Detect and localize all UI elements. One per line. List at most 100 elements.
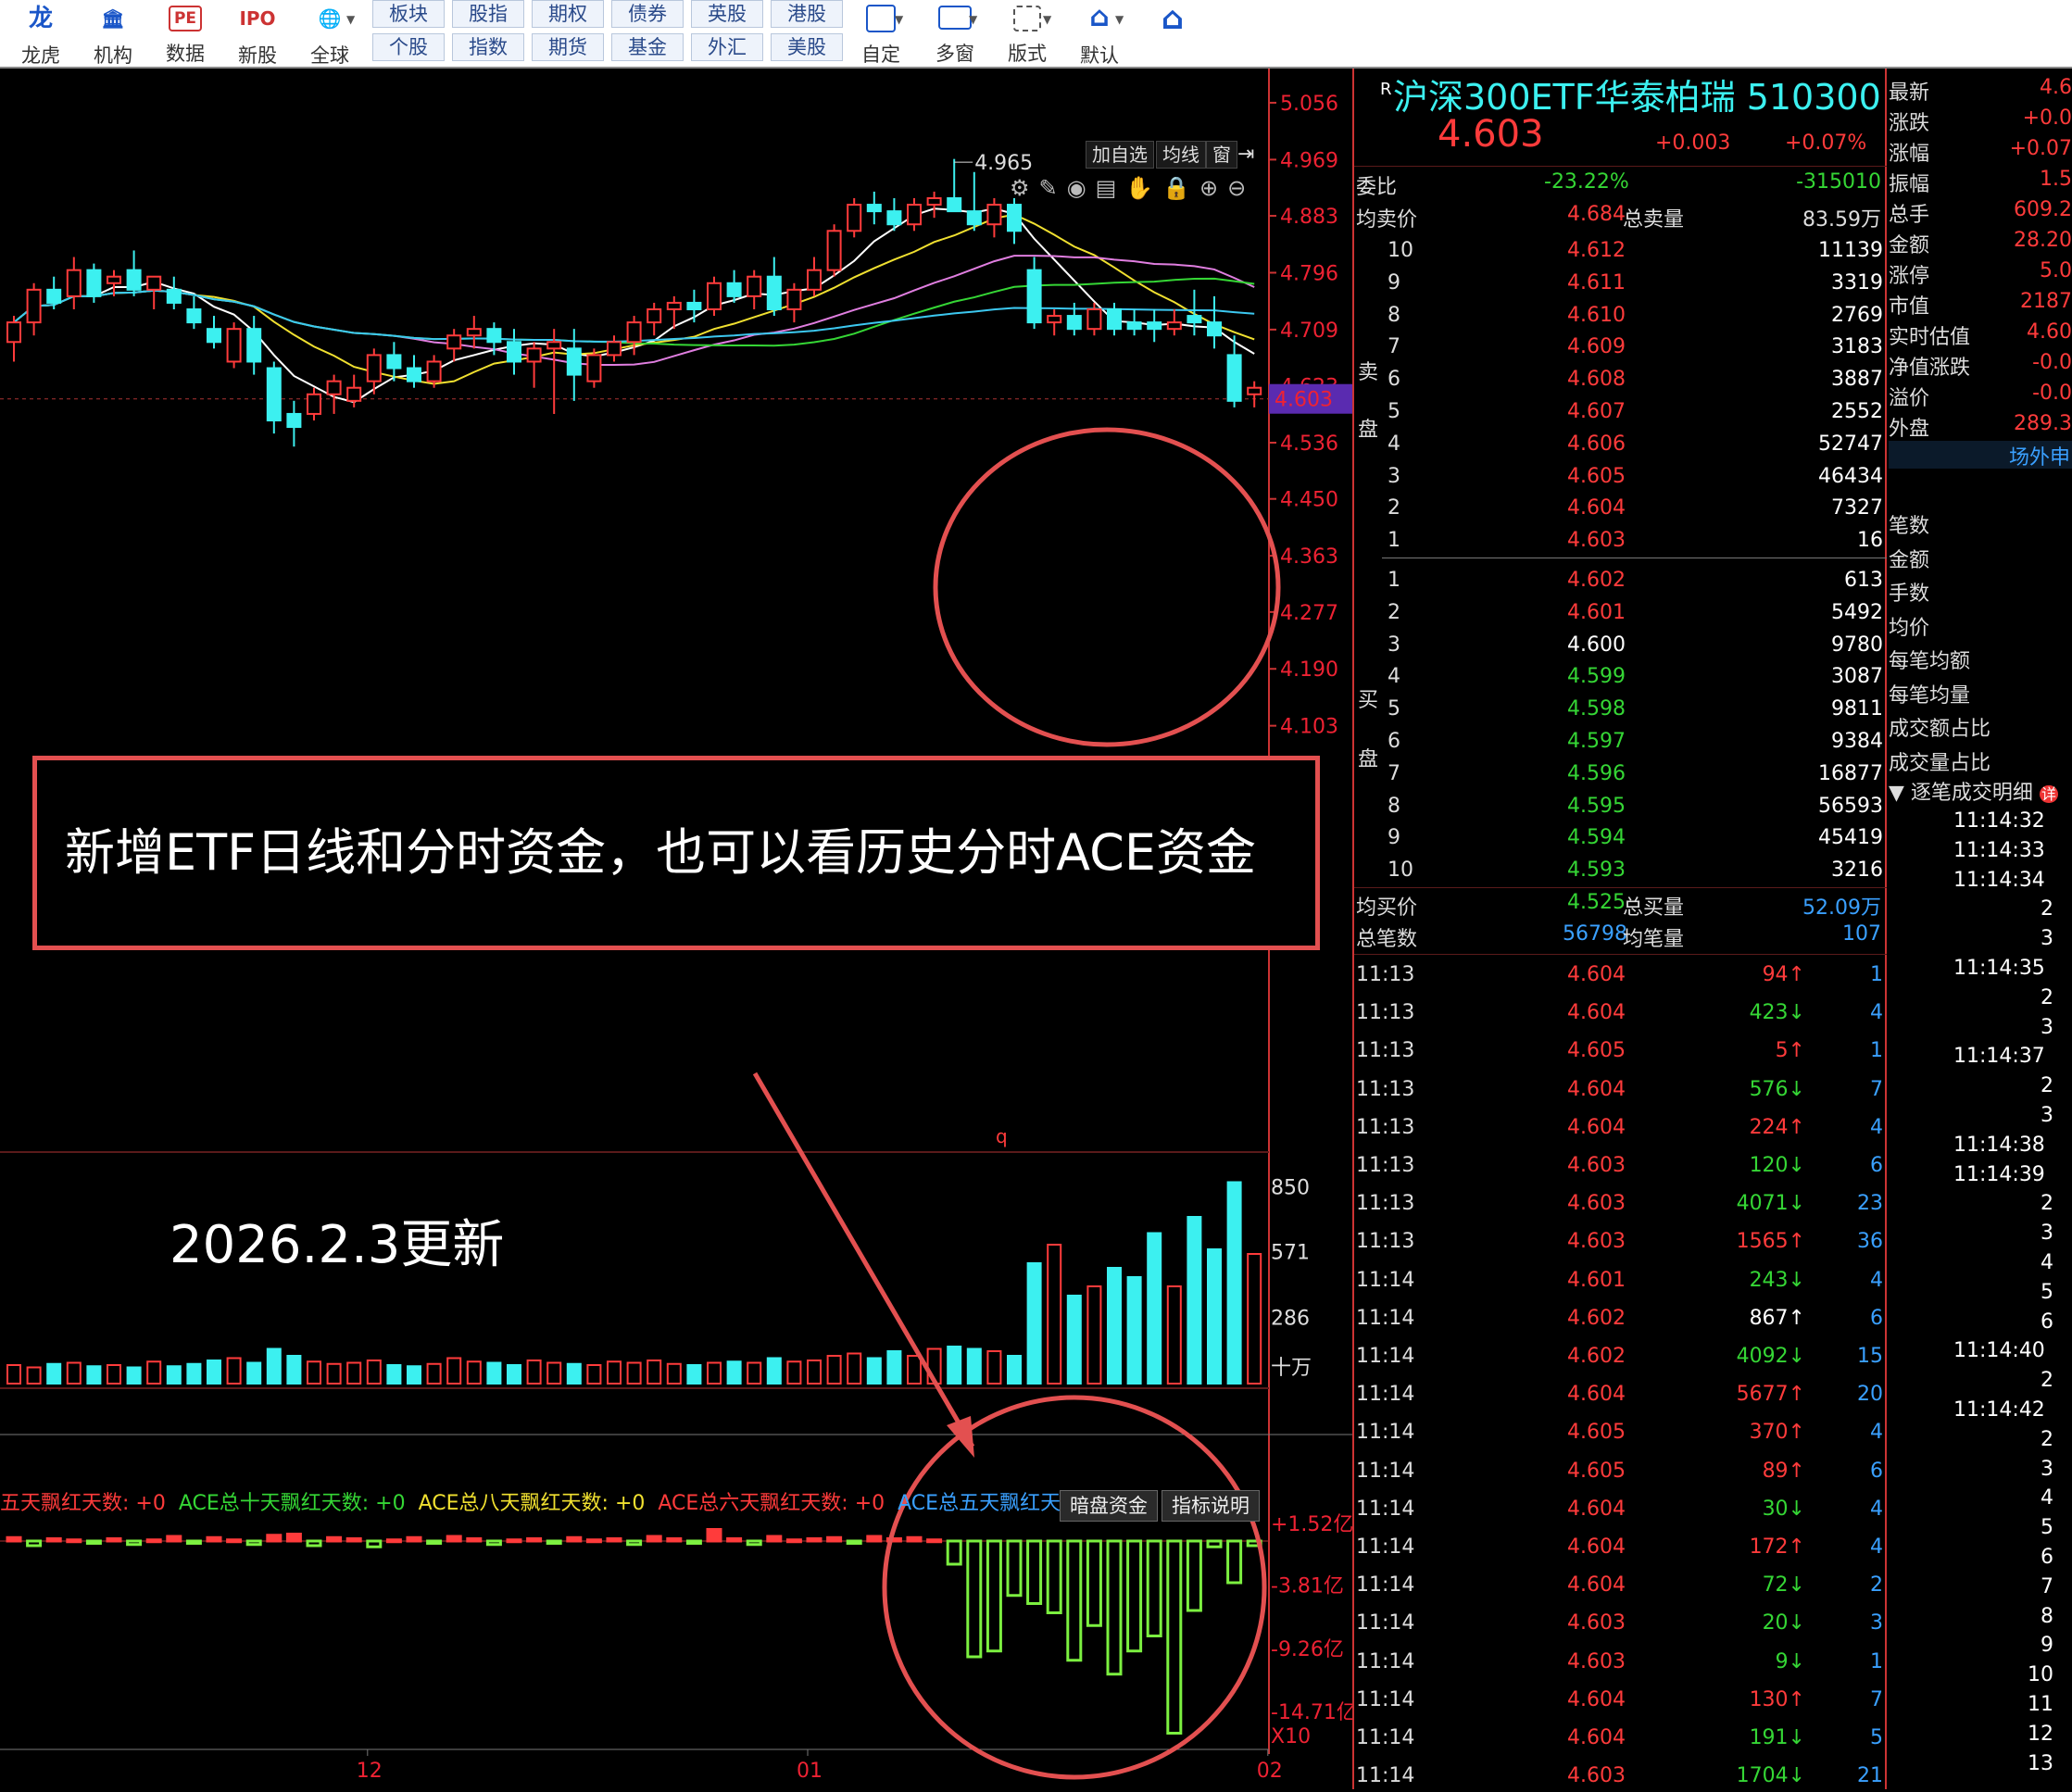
detail-row[interactable]: 2 [2041, 1369, 2053, 1392]
volume-bar[interactable] [446, 1357, 462, 1385]
ace-bar[interactable] [1126, 1539, 1143, 1653]
detail-row[interactable]: 7 [2041, 1575, 2053, 1598]
candle[interactable] [307, 387, 321, 420]
tick-row[interactable]: 11:14 4.604 130↑ 7 [1354, 1685, 1887, 1716]
candle[interactable] [326, 374, 342, 414]
ace-bar[interactable] [166, 1535, 182, 1543]
ace-bar[interactable] [986, 1539, 1002, 1653]
volume-bar[interactable] [226, 1357, 242, 1385]
volume-bar[interactable] [86, 1365, 102, 1385]
detail-row[interactable]: 12 [2028, 1723, 2053, 1746]
ace-bar[interactable] [145, 1538, 162, 1544]
volume-bar[interactable] [246, 1361, 262, 1385]
ask-row[interactable]: 2 4.604 7327 [1354, 493, 1887, 524]
ace-bar[interactable] [1086, 1539, 1102, 1627]
bid-row[interactable]: 6 4.597 9384 [1354, 726, 1887, 758]
ace-bar[interactable] [1066, 1539, 1083, 1662]
volume-bar[interactable] [1247, 1253, 1262, 1385]
candle[interactable] [1126, 309, 1142, 336]
volume-bar[interactable] [1047, 1244, 1062, 1385]
candle[interactable] [586, 348, 602, 388]
shuju-button[interactable]: PE 数据 [157, 0, 213, 67]
candle[interactable] [607, 335, 622, 362]
detail-badge[interactable]: 详 [2039, 785, 2058, 803]
ace-bar[interactable] [126, 1539, 143, 1547]
candle[interactable] [346, 374, 362, 407]
volume-bar[interactable] [507, 1364, 521, 1385]
market-tab-meigu[interactable]: 美股 [771, 33, 843, 61]
detail-row[interactable]: 3 [2041, 1016, 2053, 1039]
tick-row[interactable]: 11:14 4.603 1704↓ 21 [1354, 1761, 1887, 1792]
candle[interactable] [566, 329, 582, 401]
ace-bar[interactable] [906, 1535, 923, 1543]
offsite-tab[interactable]: 场外申 [1889, 441, 2072, 470]
ace-bar[interactable] [506, 1538, 522, 1544]
volume-bar[interactable] [1086, 1285, 1102, 1385]
custom-button[interactable]: 自定 [850, 0, 911, 67]
detail-row[interactable]: 11:14:38 [1953, 1134, 2045, 1157]
tick-row[interactable]: 11:14 4.602 867↑ 6 [1354, 1303, 1887, 1335]
detail-row[interactable]: 10 [2028, 1663, 2053, 1686]
volume-bar[interactable] [766, 1357, 782, 1385]
jigou-button[interactable]: 🏛 机构 [85, 0, 141, 67]
volume-bar[interactable] [346, 1361, 362, 1385]
ace-bar[interactable] [85, 1539, 102, 1545]
ace-bar[interactable] [1166, 1539, 1183, 1735]
bid-row[interactable]: 10 4.593 3216 [1354, 855, 1887, 886]
ace-bar[interactable] [685, 1539, 702, 1545]
detail-row[interactable]: 3 [2041, 927, 2053, 950]
volume-bar[interactable] [526, 1360, 542, 1385]
volume-bar[interactable] [1126, 1276, 1142, 1385]
bid-row[interactable]: 9 4.594 45419 [1354, 822, 1887, 854]
ace-bar[interactable] [526, 1537, 543, 1543]
volume-bar[interactable] [686, 1364, 702, 1385]
volume-bar[interactable] [847, 1352, 862, 1385]
detail-row[interactable]: 4 [2041, 1251, 2053, 1274]
ace-bar[interactable] [566, 1535, 583, 1543]
candle[interactable] [866, 191, 882, 225]
volume-bar[interactable] [1147, 1232, 1162, 1385]
ace-bar[interactable] [1186, 1539, 1202, 1612]
candle[interactable] [1247, 381, 1262, 407]
candle[interactable] [847, 198, 862, 238]
ask-row[interactable]: 8 4.610 2769 [1354, 300, 1887, 332]
candle[interactable] [1026, 257, 1042, 330]
ace-bar[interactable] [746, 1539, 762, 1547]
ace-bar[interactable] [606, 1537, 622, 1543]
detail-row[interactable]: 2 [2041, 1428, 2053, 1451]
ace-bar[interactable] [826, 1535, 843, 1543]
volume-bar[interactable] [566, 1362, 582, 1385]
volume-bar[interactable] [947, 1346, 962, 1385]
ace-bar[interactable] [785, 1538, 802, 1544]
volume-bar[interactable] [386, 1364, 402, 1385]
volume-bar[interactable] [1187, 1216, 1202, 1385]
tick-row[interactable]: 11:14 4.604 72↓ 2 [1354, 1570, 1887, 1601]
volume-bar[interactable] [466, 1360, 482, 1385]
detail-row[interactable]: 9 [2041, 1634, 2053, 1657]
candle[interactable] [1107, 302, 1122, 336]
ace-bar[interactable] [26, 1539, 43, 1548]
ace-bar[interactable] [1006, 1539, 1023, 1598]
ace-bar[interactable] [1046, 1539, 1062, 1614]
ace-bar[interactable] [485, 1539, 502, 1547]
market-tab-zhaiquan[interactable]: 债券 [611, 0, 684, 28]
detail-row[interactable]: 2 [2041, 1074, 2053, 1097]
ace-bar[interactable] [846, 1539, 862, 1545]
dark-pool-button[interactable]: 暗盘资金 [1060, 1490, 1158, 1522]
detail-row[interactable]: 2 [2041, 986, 2053, 1009]
ace-bar[interactable] [1206, 1539, 1223, 1548]
ask-row[interactable]: 3 4.605 46434 [1354, 461, 1887, 493]
tick-row[interactable]: 11:13 4.603 120↓ 6 [1354, 1150, 1887, 1182]
volume-bar[interactable] [886, 1350, 902, 1385]
volume-bar[interactable] [46, 1362, 62, 1385]
candle[interactable] [1066, 302, 1082, 336]
volume-bar[interactable] [207, 1360, 221, 1385]
ace-bar[interactable] [1106, 1539, 1123, 1676]
volume-bar[interactable] [966, 1347, 982, 1385]
volume-bar[interactable] [907, 1355, 922, 1385]
tick-row[interactable]: 11:13 4.604 576↓ 7 [1354, 1074, 1887, 1106]
tick-row[interactable]: 11:14 4.604 30↓ 4 [1354, 1494, 1887, 1525]
candle[interactable] [1007, 198, 1022, 244]
detail-header[interactable]: ▼ 逐笔成交明细 详 [1889, 776, 2072, 805]
ace-bar[interactable] [345, 1537, 362, 1543]
